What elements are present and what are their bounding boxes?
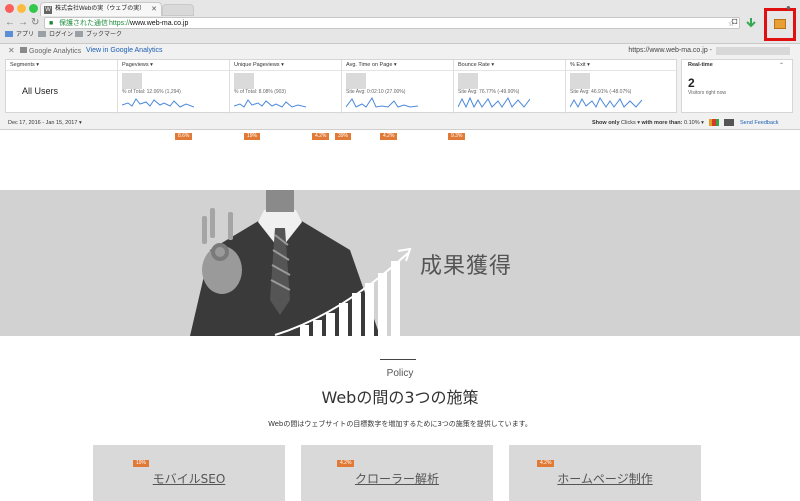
camera-icon[interactable]: ◘ [732, 16, 737, 26]
clicks-dropdown[interactable]: Clicks ▾ [621, 120, 640, 126]
click-badge: 8.6% [175, 133, 193, 140]
view-selector[interactable] [716, 47, 790, 55]
url-text: https://www.web-ma.co.jp [109, 20, 189, 27]
card-title[interactable]: モバイルSEO [93, 470, 285, 487]
click-badge: 4.2% [537, 460, 555, 467]
metric-value-blurred [458, 73, 478, 89]
service-card-homepage[interactable]: 4.2% ホームページ制作 [509, 445, 701, 501]
tab-title: 株式会社Webの実（ウェブの実） [55, 6, 146, 12]
sparkline [346, 96, 418, 108]
policy-label: Policy [386, 368, 414, 379]
click-badge: 4.2% [312, 133, 330, 140]
collapse-icon[interactable]: ⌃ [779, 62, 784, 69]
metric-pageviews[interactable]: Pageviews ▾ % of Total: 12.06% (1,294) [118, 60, 230, 114]
extension-icon[interactable] [774, 19, 786, 29]
date-range-selector[interactable]: Dec 17, 2016 - Jan 15, 2017 ▾ [8, 120, 82, 126]
card-title[interactable]: クローラー解析 [301, 470, 493, 487]
click-badge: 9.3% [448, 133, 466, 140]
metric-value-blurred [234, 73, 254, 89]
service-card-crawler[interactable]: 4.2% クローラー解析 [301, 445, 493, 501]
hero-banner: 成果獲得 [0, 190, 800, 336]
sparkline [234, 99, 306, 108]
bookmark-login[interactable]: ログイン [38, 31, 73, 40]
click-badge: 19% [133, 460, 150, 467]
new-tab-button[interactable] [162, 4, 194, 16]
send-feedback-link[interactable]: Send Feedback [740, 120, 779, 126]
click-badge: 19% [244, 133, 261, 140]
click-badge: 4.2% [380, 133, 398, 140]
growth-chart-graphic [274, 247, 412, 336]
show-only-label: Show only [592, 120, 620, 126]
sparkline [570, 96, 642, 109]
lock-icon: ■ [49, 20, 54, 27]
policy-title: Webの間の3つの施策 [321, 388, 479, 407]
more-than-label: with more than: [641, 120, 683, 126]
favicon-icon: W [44, 6, 52, 14]
folder-icon [38, 31, 46, 37]
browser-tab[interactable]: W 株式会社Webの実（ウェブの実） ✕ [40, 2, 162, 16]
metric-header[interactable]: % Exit ▾ [570, 62, 590, 68]
bookmark-bookmarks[interactable]: ブックマーク [75, 31, 122, 40]
metric-unique-pageviews[interactable]: Unique Pageviews ▾ % of Total: 8.08% (90… [230, 60, 342, 114]
heatmap-toggle-icon[interactable] [709, 119, 719, 126]
realtime-count: 2 [688, 76, 695, 90]
bookmark-apps[interactable]: アプリ [5, 31, 34, 40]
click-badge: 4.2% [337, 460, 355, 467]
metric-header[interactable]: Avg. Time on Page ▾ [346, 62, 397, 68]
metrics-table: Segments ▾ All Users Pageviews ▾ % of To… [5, 59, 678, 114]
hero-title: 成果獲得 [420, 254, 513, 279]
forward-icon[interactable]: → [18, 17, 28, 28]
close-icon[interactable]: ✕ [8, 46, 15, 55]
tab-close-icon[interactable]: ✕ [151, 3, 157, 16]
analytics-icon [20, 47, 27, 53]
service-card-mobile-seo[interactable]: 19% モバイルSEO [93, 445, 285, 501]
segment-value: All Users [22, 86, 59, 96]
browser-chrome: W 株式会社Webの実（ウェブの実） ✕ ← → ↻ ■ 保護された通信 htt… [0, 0, 800, 44]
analytics-logo: Google Analytics [20, 47, 81, 55]
metric-value-blurred [346, 73, 366, 89]
threshold-dropdown[interactable]: 0.10% ▾ [684, 120, 704, 126]
apps-icon [5, 31, 13, 37]
metric-header[interactable]: Bounce Rate ▾ [458, 62, 494, 68]
download-icon[interactable] [746, 18, 756, 29]
folder-icon [75, 31, 83, 37]
segments-header[interactable]: Segments ▾ [10, 62, 39, 68]
comment-icon[interactable] [724, 119, 734, 126]
metric-value-blurred [570, 73, 590, 89]
card-title[interactable]: ホームページ制作 [509, 470, 701, 487]
analytics-bar: ✕ Google Analytics View in Google Analyt… [0, 44, 800, 130]
back-icon[interactable]: ← [5, 17, 15, 28]
segments-column[interactable]: Segments ▾ All Users [6, 60, 118, 114]
metric-bounce-rate[interactable]: Bounce Rate ▾ Site Avg: 76.77% (-49.90%) [454, 60, 566, 114]
policy-description: Webの間はウェブサイトの目標数字を増加するために3つの施策を提供しています。 [268, 420, 532, 428]
zoom-window-button[interactable] [29, 4, 38, 13]
secure-label: 保護された通信 [59, 20, 108, 27]
metric-header[interactable]: Pageviews ▾ [122, 62, 153, 68]
metric-exit[interactable]: % Exit ▾ Site Avg: 46.91% (-48.07%) [566, 60, 678, 114]
filter-controls: Show only Clicks ▾ with more than: 0.10%… [592, 120, 704, 126]
click-badge: 39% [335, 133, 352, 140]
policy-divider [380, 359, 416, 360]
metric-value-blurred [122, 73, 142, 89]
close-window-button[interactable] [5, 4, 14, 13]
sparkline [458, 96, 530, 109]
metric-avg-time[interactable]: Avg. Time on Page ▾ Site Avg: 0:02:10 (2… [342, 60, 454, 114]
realtime-panel: Real-time ⌃ 2 Visitors right now [681, 59, 793, 113]
reload-icon[interactable]: ↻ [31, 17, 39, 28]
address-bar[interactable]: ■ 保護された通信 https://www.web-ma.co.jp ☆ [44, 17, 740, 29]
realtime-sub: Visitors right now [688, 90, 726, 96]
sparkline [122, 98, 194, 108]
realtime-label: Real-time [688, 62, 713, 68]
minimize-window-button[interactable] [17, 4, 26, 13]
site-label: https://www.web-ma.co.jp - [628, 47, 712, 54]
profile-icon[interactable]: ● [786, 3, 791, 12]
metric-header[interactable]: Unique Pageviews ▾ [234, 62, 284, 68]
view-in-analytics-link[interactable]: View in Google Analytics [86, 47, 163, 54]
